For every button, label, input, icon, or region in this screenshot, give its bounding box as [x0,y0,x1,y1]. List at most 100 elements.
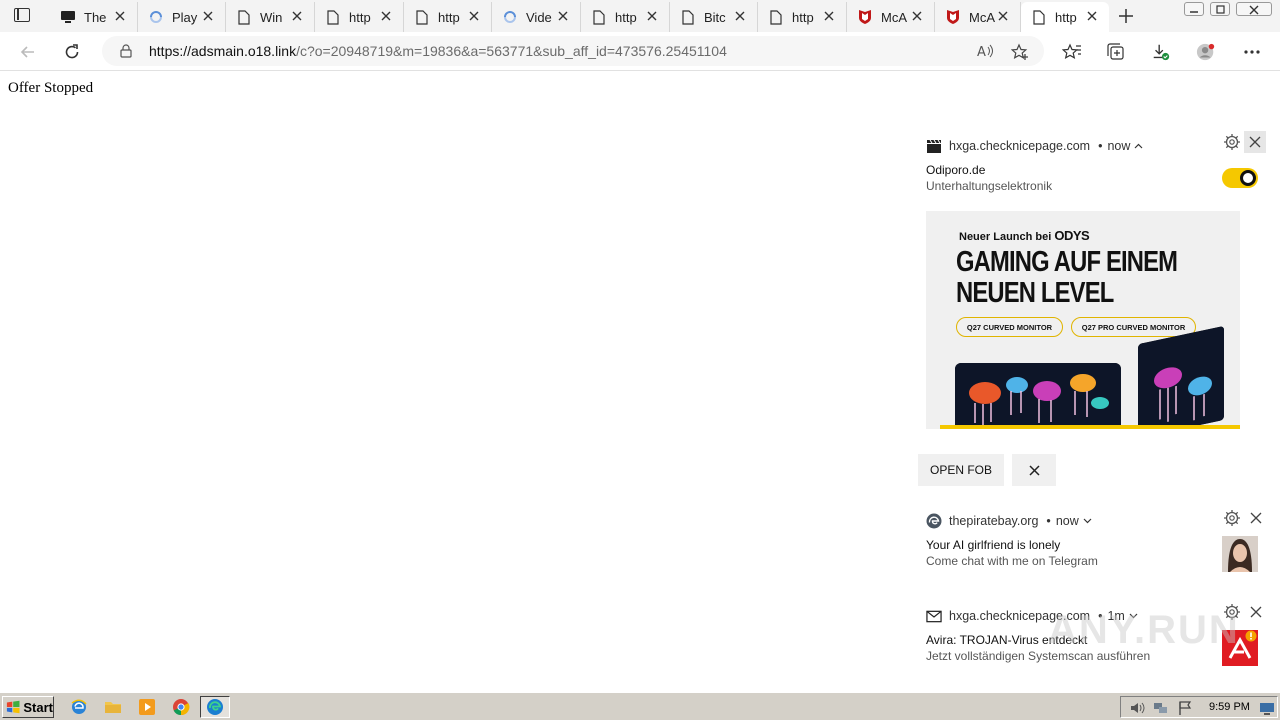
toggle-switch[interactable] [1222,168,1258,188]
close-icon[interactable] [822,9,836,23]
taskbar-chrome[interactable] [166,696,196,718]
separator-dot: • [1098,139,1103,153]
flag-icon[interactable] [1177,700,1193,716]
ad-brand-line: Neuer Launch bei ODYS [959,228,1090,243]
page-icon [236,9,252,25]
tab-label: http [615,9,637,25]
tab-8[interactable]: Bitc [670,2,758,32]
windows-logo-icon [6,700,20,714]
tab-bar: The Play Win http http Vide http Bitc ht [0,0,1280,32]
notification-header: thepiratebay.org • now [926,513,1092,529]
chevron-down-icon[interactable] [1083,518,1092,524]
minimize-button[interactable] [1184,2,1204,16]
window-close-button[interactable] [1236,2,1272,16]
dismiss-button[interactable] [1245,507,1267,529]
chrome-icon [173,699,190,716]
taskbar-media-player[interactable] [132,696,162,718]
tab-11[interactable]: McA [935,2,1021,32]
gear-icon[interactable] [1223,509,1241,527]
desktop-icon[interactable] [1259,700,1275,716]
action-close-button[interactable] [1012,454,1056,486]
tab-5[interactable]: http [404,2,492,32]
close-icon[interactable] [645,9,659,23]
close-icon[interactable] [556,9,570,23]
monitor-icon [60,9,76,25]
new-tab-icon[interactable] [1116,6,1136,26]
tab-4[interactable]: http [315,2,404,32]
ad-brand-logo: ODYS [1054,228,1090,243]
close-icon[interactable] [910,9,924,23]
ad-headline-line1: GAMING AUF EINEM [956,246,1178,278]
profile-button[interactable] [1196,42,1216,62]
tab-2[interactable]: Play [138,2,226,32]
ad-accent-stripe [940,425,1240,429]
url-text[interactable]: https://adsmain.o18.link/c?o=20948719&m=… [149,43,727,59]
add-favorite-icon[interactable] [1011,43,1029,61]
page-icon [325,9,341,25]
edge-icon [207,699,223,715]
taskbar-explorer[interactable] [98,696,128,718]
notification-2[interactable]: thepiratebay.org • now Your AI girlfrien… [910,502,1270,586]
close-icon[interactable] [1085,9,1099,23]
network-icon[interactable] [1153,700,1169,716]
lock-icon[interactable] [120,44,132,58]
close-icon[interactable] [113,9,127,23]
downloads-button[interactable] [1151,42,1171,62]
chevron-up-icon[interactable] [1134,143,1143,149]
tab-12-active[interactable]: http [1021,2,1109,32]
url-field[interactable]: https://adsmain.o18.link/c?o=20948719&m=… [102,36,1044,66]
page-icon [1031,9,1047,25]
url-host: https://adsmain.o18.link [149,43,297,59]
notification-time: now [1055,514,1079,528]
open-button[interactable]: OPEN FOB [918,454,1004,486]
gear-icon[interactable] [1223,133,1241,151]
media-player-icon [139,699,155,715]
read-aloud-icon[interactable]: A [976,43,994,59]
back-button[interactable] [17,41,39,63]
close-icon[interactable] [379,9,393,23]
tab-1[interactable]: The [50,2,138,32]
favorites-icon [1062,43,1081,60]
separator-dot: • [1046,514,1051,528]
watermark: ANY.RUN [1048,608,1240,652]
notification-1[interactable]: hxga.checknicepage.com • now Odiporo.de … [910,128,1270,490]
dismiss-button[interactable] [1244,131,1266,153]
close-icon[interactable] [996,9,1010,23]
close-icon[interactable] [467,9,481,23]
tab-10[interactable]: McA [847,2,935,32]
loading-icon [148,9,164,25]
taskbar-edge[interactable] [200,696,230,718]
notification-source: thepiratebay.org [949,514,1039,528]
notification-source: hxga.checknicepage.com [949,139,1091,153]
loading-icon [502,9,518,25]
tab-3[interactable]: Win [226,2,315,32]
close-icon[interactable] [201,9,215,23]
tab-6[interactable]: Vide [492,2,581,32]
close-icon [1028,464,1040,476]
tab-label: http [349,9,371,25]
ad-brand-prefix: Neuer Launch bei [959,231,1052,243]
close-icon[interactable] [733,9,747,23]
tab-7[interactable]: http [581,2,670,32]
tab-actions-icon[interactable] [14,8,30,22]
collections-button[interactable] [1106,42,1126,62]
dismiss-button[interactable] [1245,601,1267,623]
folder-icon [105,702,121,713]
refresh-button[interactable] [61,41,83,63]
ad-image[interactable]: Neuer Launch bei ODYS GAMING AUF EINEM NE… [926,211,1240,429]
taskbar: Start 9:59 PM [0,692,1280,720]
favorites-button[interactable] [1062,42,1082,62]
close-icon[interactable] [290,9,304,23]
page-icon [414,9,430,25]
start-button[interactable]: Start [2,696,54,718]
profile-thumbnail [1222,536,1258,572]
volume-icon[interactable] [1129,700,1145,716]
restore-button[interactable] [1210,2,1230,16]
address-bar-row: https://adsmain.o18.link/c?o=20948719&m=… [0,32,1280,71]
taskbar-ie[interactable] [64,696,94,718]
settings-menu-button[interactable] [1242,42,1262,62]
tab-9[interactable]: http [758,2,847,32]
notification-body: Come chat with me on Telegram [926,554,1098,568]
url-path: /c?o=20948719&m=19836&a=563771&sub_aff_i… [296,43,727,59]
notification-body: Unterhaltungselektronik [926,179,1053,193]
